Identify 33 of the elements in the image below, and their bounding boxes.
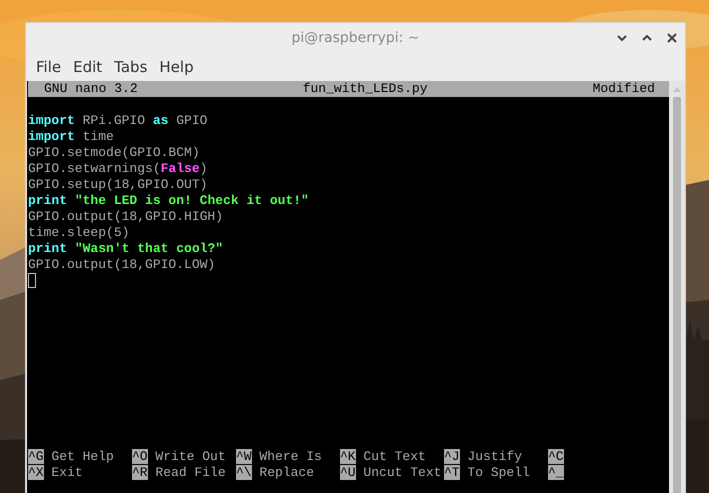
- shortcut-hint: ^T To Spell: [444, 465, 531, 481]
- code-line: GPIO.setup(18,GPIO.OUT): [28, 177, 208, 193]
- menu-item[interactable]: File: [30, 58, 68, 76]
- shortcut-hint: ^X Exit: [28, 465, 84, 481]
- shortcut-hint: ^C: [548, 449, 565, 465]
- code-line: import time: [28, 129, 115, 145]
- code-line: print "Wasn't that cool?": [28, 241, 224, 257]
- shortcut-hint: ^W Where Is: [236, 449, 323, 465]
- menu-item[interactable]: Tabs: [108, 58, 154, 76]
- shortcut-hint: ^\ Replace: [236, 465, 316, 481]
- shortcut-hint: ^R Read File: [132, 465, 227, 481]
- code-line: GPIO.output(18,GPIO.HIGH): [28, 209, 224, 225]
- shortcut-hint: ^_: [548, 465, 565, 481]
- shortcut-hint: ^O Write Out: [132, 449, 227, 465]
- file-name: fun_with_LEDs.py: [302, 81, 428, 97]
- code-line: GPIO.setmode(GPIO.BCM): [28, 145, 201, 161]
- menu-item[interactable]: Edit: [67, 58, 108, 76]
- menu-item[interactable]: Help: [153, 58, 200, 76]
- code-line: time.sleep(5): [28, 225, 130, 241]
- shortcut-hint: ^J Justify: [444, 449, 524, 465]
- code-line: GPIO.output(18,GPIO.LOW): [28, 257, 216, 273]
- window-title: pi@raspberrypi: ~: [291, 30, 420, 46]
- scrollbar[interactable]: [669, 81, 685, 493]
- code-line: print "the LED is on! Check it out!": [28, 193, 310, 209]
- shortcut-hint: ^K Cut Text: [340, 449, 427, 465]
- text-cursor: [28, 273, 36, 288]
- close-icon[interactable]: [665, 31, 679, 45]
- modified-status: Modified: [592, 81, 655, 97]
- shortcut-hint: ^G Get Help: [28, 449, 115, 465]
- shortcut-hint: ^U Uncut Text: [340, 465, 442, 481]
- code-line: GPIO.setwarnings(False): [28, 161, 208, 177]
- nano-version: GNU nano 3.2: [44, 81, 138, 97]
- code-line: import RPi.GPIO as GPIO: [28, 113, 208, 129]
